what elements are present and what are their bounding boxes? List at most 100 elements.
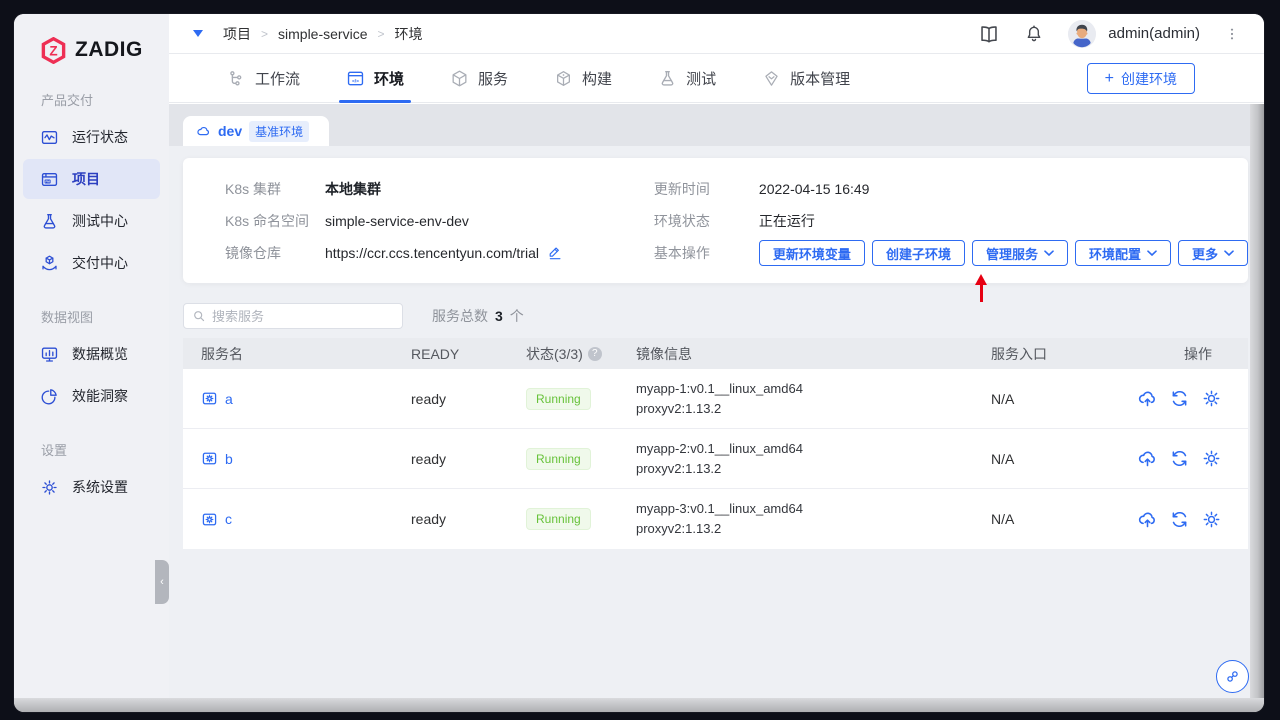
env-info-left-column: K8s 集群 本地集群 K8s 命名空间 simple-service-env-… (225, 173, 654, 283)
config-gear-icon[interactable] (1201, 448, 1222, 469)
app-window: ZADIG 产品交付 运行状态 项目 测试中心 交付中心 数据视图 数据概览 效… (14, 14, 1264, 712)
service-link[interactable]: b (183, 450, 405, 467)
tab-label: 服务 (478, 70, 509, 88)
tab-label: 测试 (686, 70, 717, 88)
ready-value: ready (411, 511, 447, 527)
tab-label: 构建 (582, 70, 613, 88)
info-label: 环境状态 (653, 213, 710, 229)
breadcrumb: 项目 > simple-service > 环境 (223, 24, 423, 44)
build-box-icon (554, 69, 573, 88)
image-line: myapp-2:v0.1__linux_amd64 (636, 440, 803, 456)
manage-services-dropdown[interactable]: 管理服务 (971, 240, 1068, 266)
share-link-button[interactable] (1216, 660, 1249, 693)
info-row-registry: 镜像仓库 https://ccr.ccs.tencentyun.com/tria… (225, 237, 654, 269)
sidebar-item-test-center[interactable]: 测试中心 (23, 201, 160, 241)
tab-builds[interactable]: 构建 (554, 54, 612, 102)
more-dropdown[interactable]: 更多 (1177, 240, 1248, 266)
table-header: 服务名 READY 状态(3/3) ? 镜像信息 服务入口 操作 (183, 338, 1248, 369)
question-circle-icon[interactable]: ? (587, 346, 602, 361)
sidebar-item-delivery-center[interactable]: 交付中心 (23, 243, 160, 283)
tab-services[interactable]: 服务 (450, 54, 508, 102)
edit-pencil-icon[interactable] (547, 245, 563, 261)
breadcrumb-projects[interactable]: 项目 (223, 24, 251, 44)
service-link[interactable]: a (183, 390, 405, 407)
breadcrumb-project-name[interactable]: simple-service (278, 26, 367, 42)
cloud-upload-icon[interactable] (1137, 448, 1158, 469)
brand-logo[interactable]: ZADIG (40, 34, 169, 66)
header-actions: 操作 (1184, 345, 1212, 362)
sidebar-item-projects[interactable]: 项目 (23, 159, 160, 199)
cloud-upload-icon[interactable] (1137, 388, 1158, 409)
update-env-variables-button[interactable]: 更新环境变量 (758, 240, 865, 266)
zadig-logo-icon (40, 36, 67, 64)
docs-book-icon[interactable] (978, 23, 1000, 45)
tab-bar: 工作流 环境 服务 构建 测试 版本管理 + 创建环境 (169, 54, 1264, 103)
tab-tests[interactable]: 测试 (658, 54, 716, 102)
tab-workflows[interactable]: 工作流 (227, 54, 300, 102)
plus-icon: + (1104, 69, 1114, 87)
sidebar-item-efficiency-insight[interactable]: 效能洞察 (23, 376, 160, 416)
env-info-right-column: 更新时间 2022-04-15 16:49 环境状态 正在运行 基本操作 更新环… (654, 173, 1248, 283)
user-avatar[interactable] (1068, 19, 1097, 48)
restart-icon[interactable] (1169, 448, 1190, 469)
search-input[interactable] (212, 308, 394, 324)
info-row-basic-actions: 基本操作 更新环境变量 创建子环境 管理服务 环境配置 更多 (654, 237, 1248, 269)
service-name: b (225, 450, 233, 467)
service-link[interactable]: c (183, 511, 405, 528)
caret-down-icon[interactable] (193, 30, 203, 37)
sidebar-item-label: 交付中心 (72, 255, 128, 271)
sidebar: ZADIG 产品交付 运行状态 项目 测试中心 交付中心 数据视图 数据概览 效… (14, 14, 169, 698)
config-gear-icon[interactable] (1201, 388, 1222, 409)
service-entry: N/A (991, 450, 1015, 467)
status-badge: Running (526, 387, 591, 410)
header-service-entry: 服务入口 (991, 345, 1047, 362)
ready-value: ready (411, 450, 447, 467)
cloud-upload-icon[interactable] (1137, 509, 1158, 530)
sidebar-section-settings: 设置 (41, 443, 68, 458)
image-info: myapp-2:v0.1__linux_amd64 proxyv2:1.13.2 (630, 439, 985, 479)
breadcrumb-separator: > (261, 26, 269, 41)
notifications-bell-icon[interactable] (1024, 24, 1044, 44)
vertical-scrollbar[interactable] (1250, 104, 1264, 698)
horizontal-scrollbar[interactable] (14, 698, 1264, 712)
tab-environments[interactable]: 环境 (339, 54, 412, 103)
sidebar-item-system-settings[interactable]: 系统设置 (23, 467, 160, 507)
main-area: 项目 > simple-service > 环境 admin(admin) 工作… (169, 14, 1264, 712)
ready-value: ready (411, 390, 447, 407)
image-line: myapp-1:v0.1__linux_amd64 (636, 380, 803, 396)
tab-label: 环境 (374, 70, 405, 88)
info-row-update-time: 更新时间 2022-04-15 16:49 (654, 173, 1248, 205)
environment-tab-dev[interactable]: dev 基准环境 (183, 116, 329, 146)
tab-version-management[interactable]: 版本管理 (762, 54, 850, 102)
sidebar-section-product-delivery: 产品交付 (41, 93, 94, 108)
sidebar-collapse-handle[interactable]: ‹ (155, 560, 169, 604)
content-area: dev 基准环境 K8s 集群 本地集群 K8s 命名空间 simple-ser… (169, 104, 1264, 698)
kebab-menu-icon[interactable] (1224, 24, 1240, 44)
env-status-value: 正在运行 (758, 213, 815, 229)
create-sub-environment-button[interactable]: 创建子环境 (871, 240, 965, 266)
info-row-cluster: K8s 集群 本地集群 (225, 173, 654, 205)
header-image-info: 镜像信息 (636, 345, 692, 362)
user-name[interactable]: admin(admin) (1108, 25, 1200, 42)
restart-icon[interactable] (1169, 509, 1190, 530)
pie-chart-icon (40, 387, 59, 406)
create-environment-button[interactable]: + 创建环境 (1086, 63, 1195, 94)
image-info: myapp-3:v0.1__linux_amd64 proxyv2:1.13.2 (630, 499, 985, 539)
row-actions (1130, 388, 1248, 409)
table-row-service-b: b ready Running myapp-2:v0.1__linux_amd6… (183, 429, 1248, 489)
sidebar-item-data-overview[interactable]: 数据概览 (23, 334, 160, 374)
project-icon (40, 170, 59, 189)
breadcrumb-separator: > (377, 26, 385, 41)
sidebar-item-run-status[interactable]: 运行状态 (23, 117, 160, 157)
chevron-down-icon (1224, 250, 1234, 256)
header-service-name: 服务名 (201, 345, 243, 362)
chevron-down-icon (1044, 250, 1054, 256)
config-gear-icon[interactable] (1201, 509, 1222, 530)
service-table: 服务名 READY 状态(3/3) ? 镜像信息 服务入口 操作 a ready… (183, 338, 1248, 549)
image-line: proxyv2:1.13.2 (636, 400, 722, 416)
environment-config-dropdown[interactable]: 环境配置 (1074, 240, 1171, 266)
sidebar-item-label: 运行状态 (72, 129, 128, 145)
sidebar-section-data-views: 数据视图 (41, 310, 94, 325)
services-cube-icon (450, 69, 469, 88)
restart-icon[interactable] (1169, 388, 1190, 409)
